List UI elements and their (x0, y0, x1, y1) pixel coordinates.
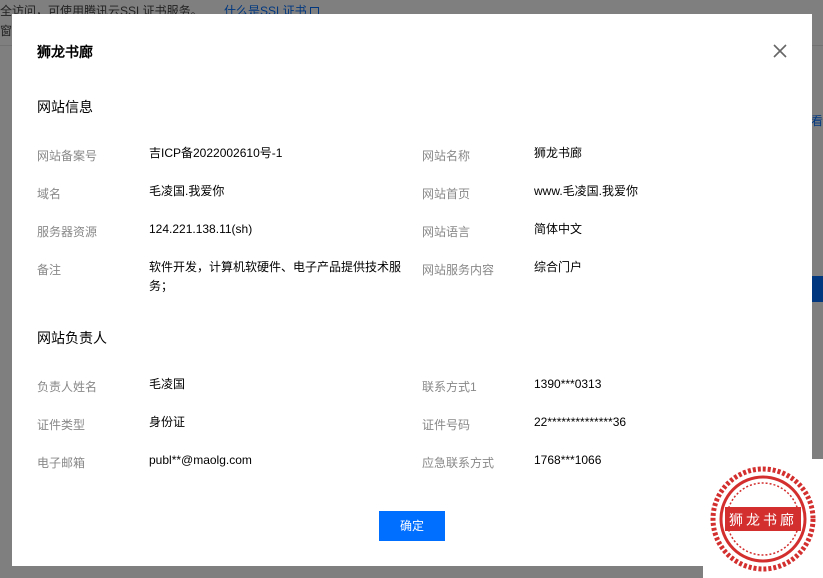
section-title-owner: 网站负责人 (37, 330, 107, 346)
record-no-label: 网站备案号 (37, 149, 98, 163)
language-value: 简体中文 (534, 222, 583, 236)
id-type-label: 证件类型 (37, 418, 86, 432)
homepage-label: 网站首页 (422, 187, 471, 201)
id-no-value: 22**************36 (534, 415, 627, 429)
emergency-label: 应急联系方式 (422, 456, 495, 470)
section-title-site-info: 网站信息 (37, 99, 93, 115)
language-label: 网站语言 (422, 225, 471, 239)
contact-value: 1390***0313 (534, 377, 602, 391)
svg-text:狮龙书廊: 狮龙书廊 (729, 512, 797, 529)
content-value: 综合门户 (534, 260, 583, 274)
dialog-title: 狮龙书廊 (37, 44, 93, 60)
email-label: 电子邮箱 (37, 456, 86, 470)
record-no-value: 吉ICP备2022002610号-1 (149, 146, 283, 160)
seal-watermark: 狮龙书廊 (703, 459, 823, 578)
ok-button[interactable]: 确定 (379, 511, 445, 541)
close-icon[interactable] (772, 43, 788, 59)
server-value: 124.221.138.11(sh) (149, 222, 253, 236)
owner-name-label: 负责人姓名 (37, 380, 98, 394)
contact-label: 联系方式1 (422, 380, 477, 394)
remark-value: 软件开发，计算机软硬件、电子产品提供技术服务； (149, 260, 402, 293)
domain-label: 域名 (37, 187, 62, 201)
email-value: publ**@maolg.com (149, 453, 252, 467)
remark-label: 备注 (37, 263, 62, 277)
emergency-value: 1768***1066 (534, 453, 602, 467)
server-label: 服务器资源 (37, 225, 98, 239)
site-name-label: 网站名称 (422, 149, 471, 163)
site-name-value: 狮龙书廊 (534, 146, 583, 160)
homepage-value: www.毛凌国.我爱你 (534, 184, 639, 198)
site-info-dialog: 狮龙书廊 网站信息 网站备案号 吉ICP备2022002610号-1 网站名称 … (12, 14, 812, 566)
id-type-value: 身份证 (149, 415, 186, 429)
content-label: 网站服务内容 (422, 263, 495, 277)
owner-name-value: 毛凌国 (149, 377, 186, 391)
domain-value: 毛凌国.我爱你 (149, 184, 225, 198)
id-no-label: 证件号码 (422, 418, 471, 432)
